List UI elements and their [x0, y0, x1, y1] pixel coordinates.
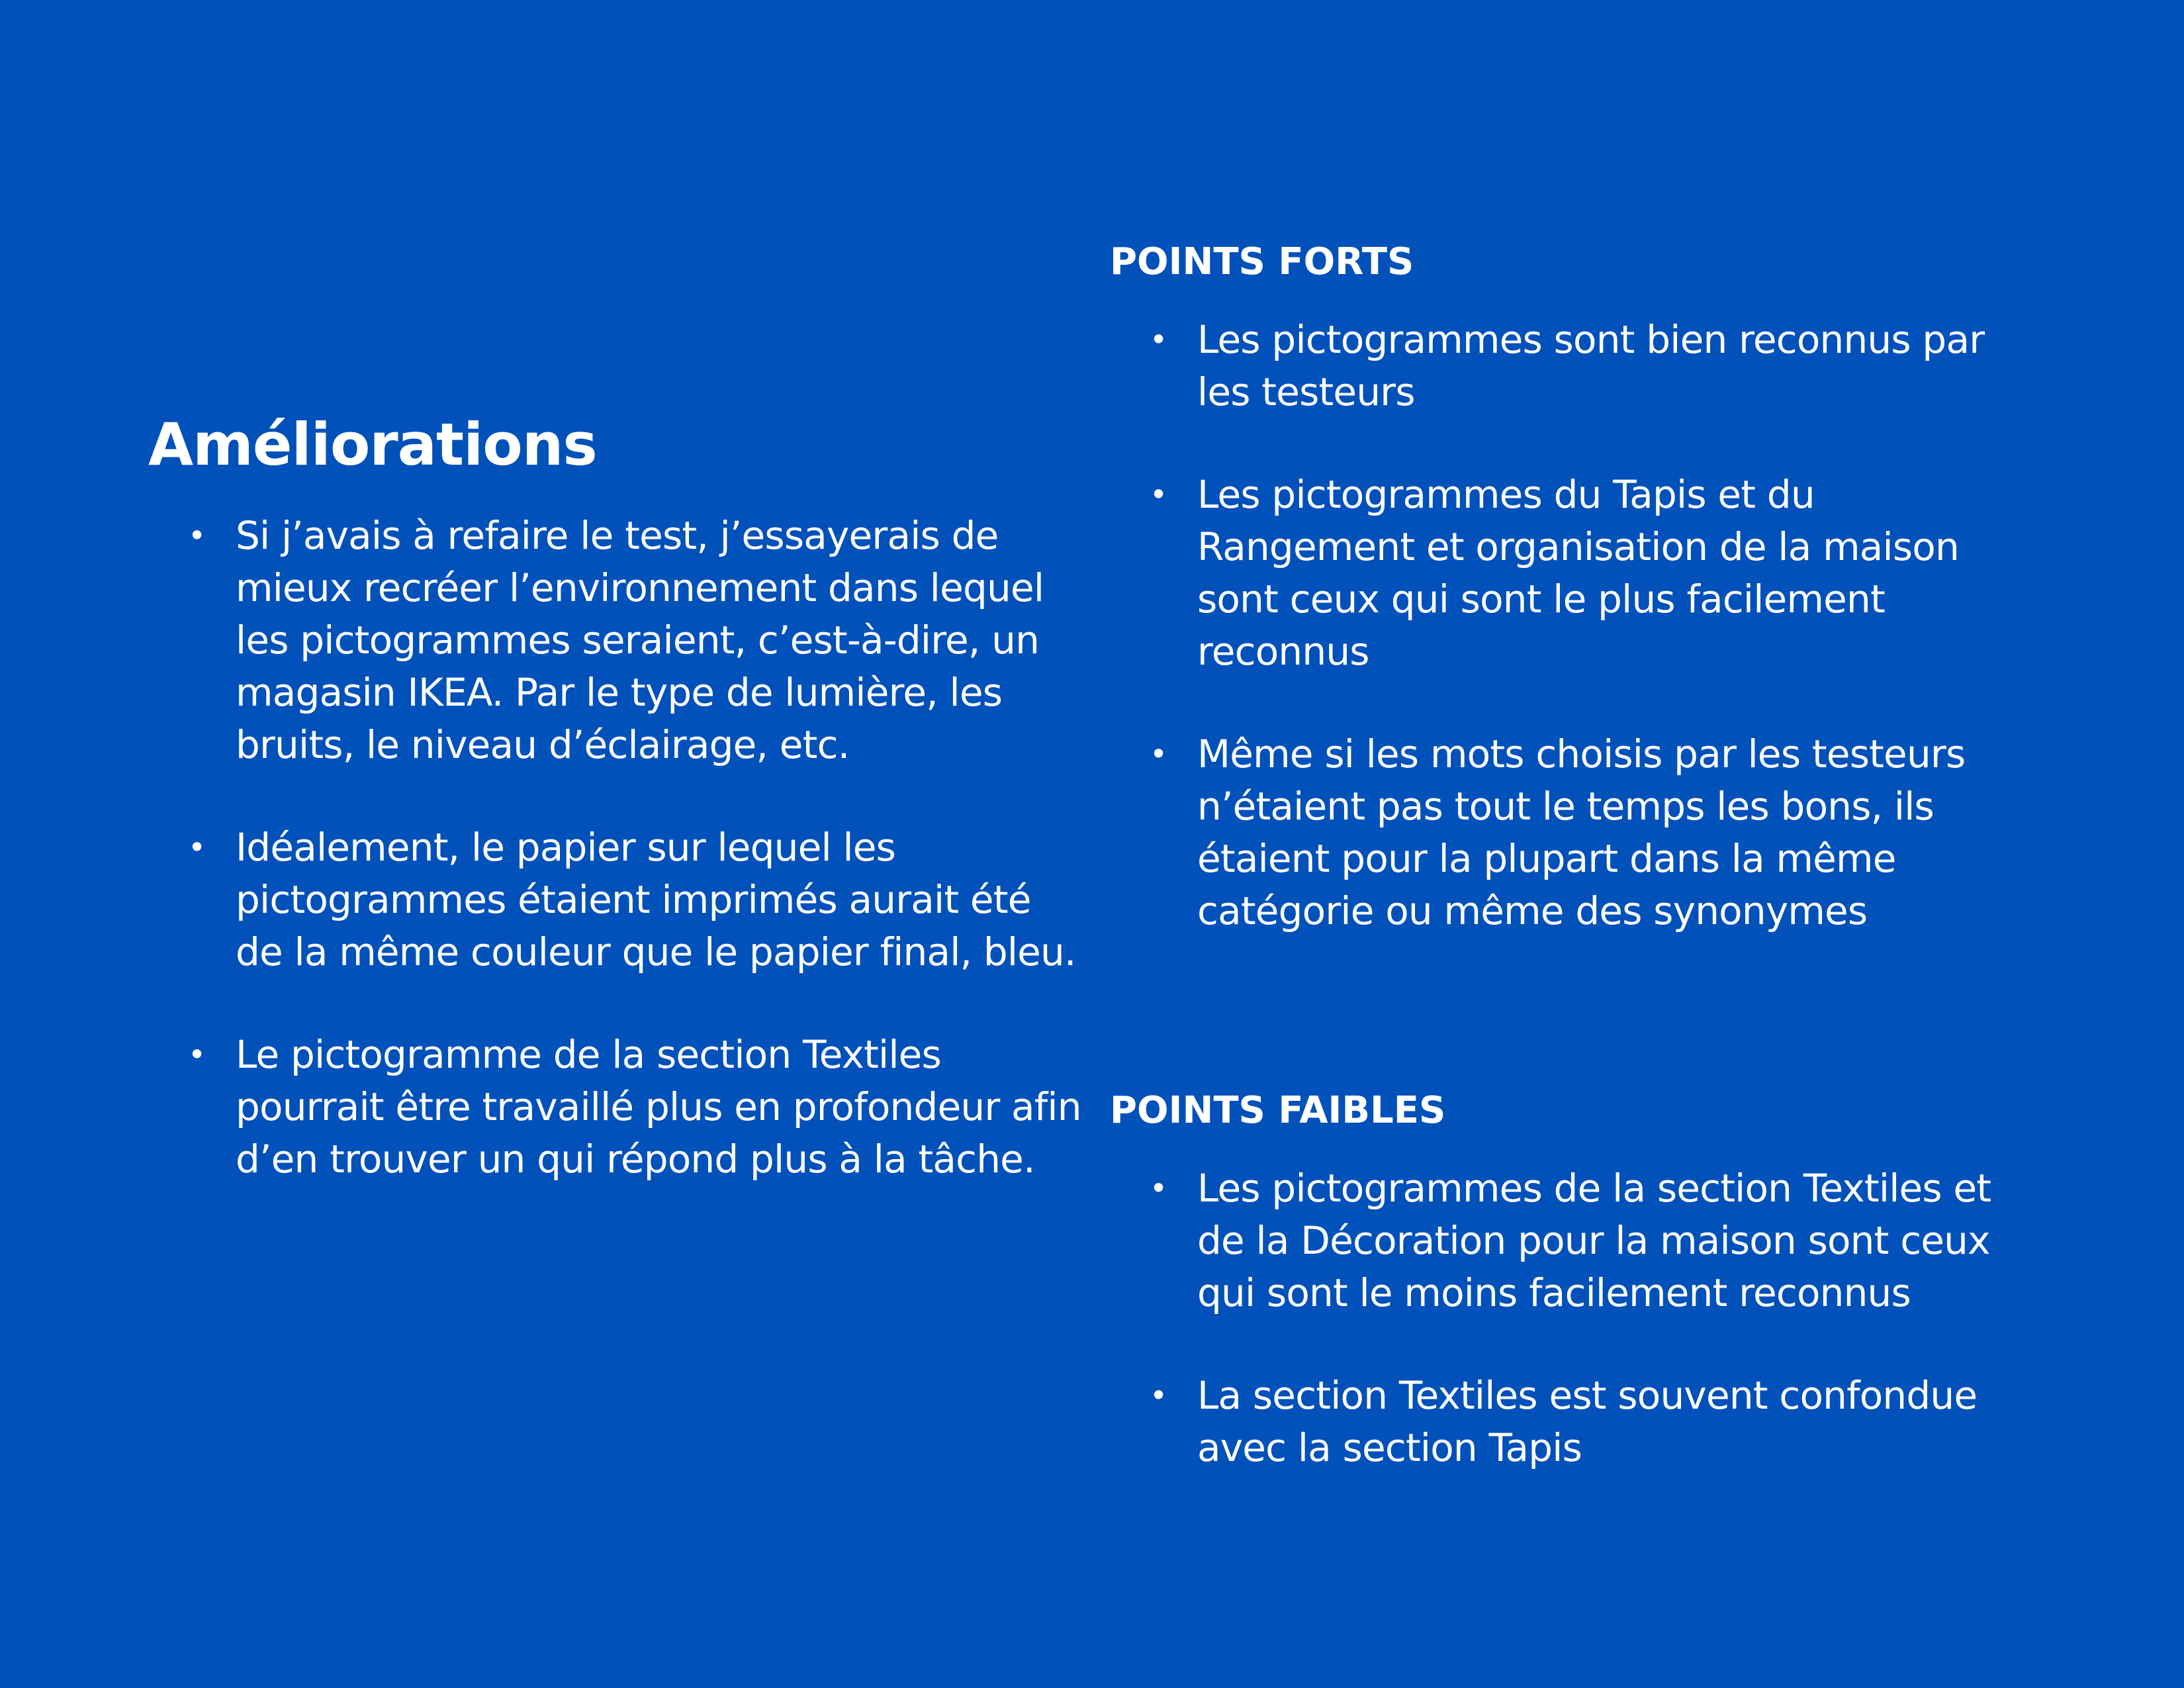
ameliorations-item-text: Le pictogramme de la section Textiles po… [236, 1032, 1081, 1182]
points-faibles-list-item: • Les pictogrammes de la section Textile… [1110, 1162, 2036, 1319]
bullet-icon: • [1150, 736, 1167, 772]
evaluation-section: POINTS FORTS • Les pictogrammes sont bie… [1110, 236, 2036, 1474]
ameliorations-list-item: • Le pictogramme de la section Textiles … [148, 1029, 1088, 1186]
points-faibles-item-text: Les pictogrammes de la section Textiles … [1197, 1166, 1991, 1315]
ameliorations-list-item: • Idéalement, le papier sur lequel les p… [148, 821, 1088, 978]
points-forts-item-text: Même si les mots choisis par les testeur… [1197, 731, 1966, 933]
points-faibles-list: • Les pictogrammes de la section Textile… [1110, 1162, 2036, 1474]
bullet-icon: • [1150, 1170, 1167, 1206]
points-forts-list-item: • Même si les mots choisis par les teste… [1110, 728, 2036, 937]
ameliorations-title: Améliorations [148, 410, 598, 479]
bullet-icon: • [1150, 1378, 1167, 1413]
ameliorations-item-text: Idéalement, le papier sur lequel les pic… [236, 825, 1076, 974]
bullet-icon: • [1150, 477, 1167, 512]
points-forts-list: • Les pictogrammes sont bien reconnus pa… [1110, 314, 2036, 937]
bullet-icon: • [188, 829, 206, 865]
points-forts-heading: POINTS FORTS [1110, 240, 1414, 283]
ameliorations-item-text: Si j’avais à refaire le test, j’essayera… [236, 513, 1044, 767]
ameliorations-list: • Si j’avais à refaire le test, j’essaye… [148, 510, 1088, 1186]
document-page: Améliorations • Si j’avais à refaire le … [0, 0, 2184, 1688]
points-forts-item-text: Les pictogrammes sont bien reconnus par … [1197, 317, 1985, 414]
points-faibles-list-item: • La section Textiles est souvent confon… [1110, 1370, 2036, 1474]
ameliorations-section: Améliorations • Si j’avais à refaire le … [148, 405, 1088, 1186]
bullet-icon: • [188, 1037, 206, 1072]
points-faibles-heading: POINTS FAIBLES [1110, 1089, 1446, 1132]
points-forts-item-text: Les pictogrammes du Tapis et du Rangemen… [1197, 472, 1960, 674]
points-faibles-item-text: La section Textiles est souvent confondu… [1197, 1373, 1978, 1470]
ameliorations-list-item: • Si j’avais à refaire le test, j’essaye… [148, 510, 1088, 771]
points-forts-list-item: • Les pictogrammes du Tapis et du Rangem… [1110, 469, 2036, 678]
bullet-icon: • [188, 518, 206, 553]
points-forts-list-item: • Les pictogrammes sont bien reconnus pa… [1110, 314, 2036, 418]
bullet-icon: • [1150, 322, 1167, 357]
